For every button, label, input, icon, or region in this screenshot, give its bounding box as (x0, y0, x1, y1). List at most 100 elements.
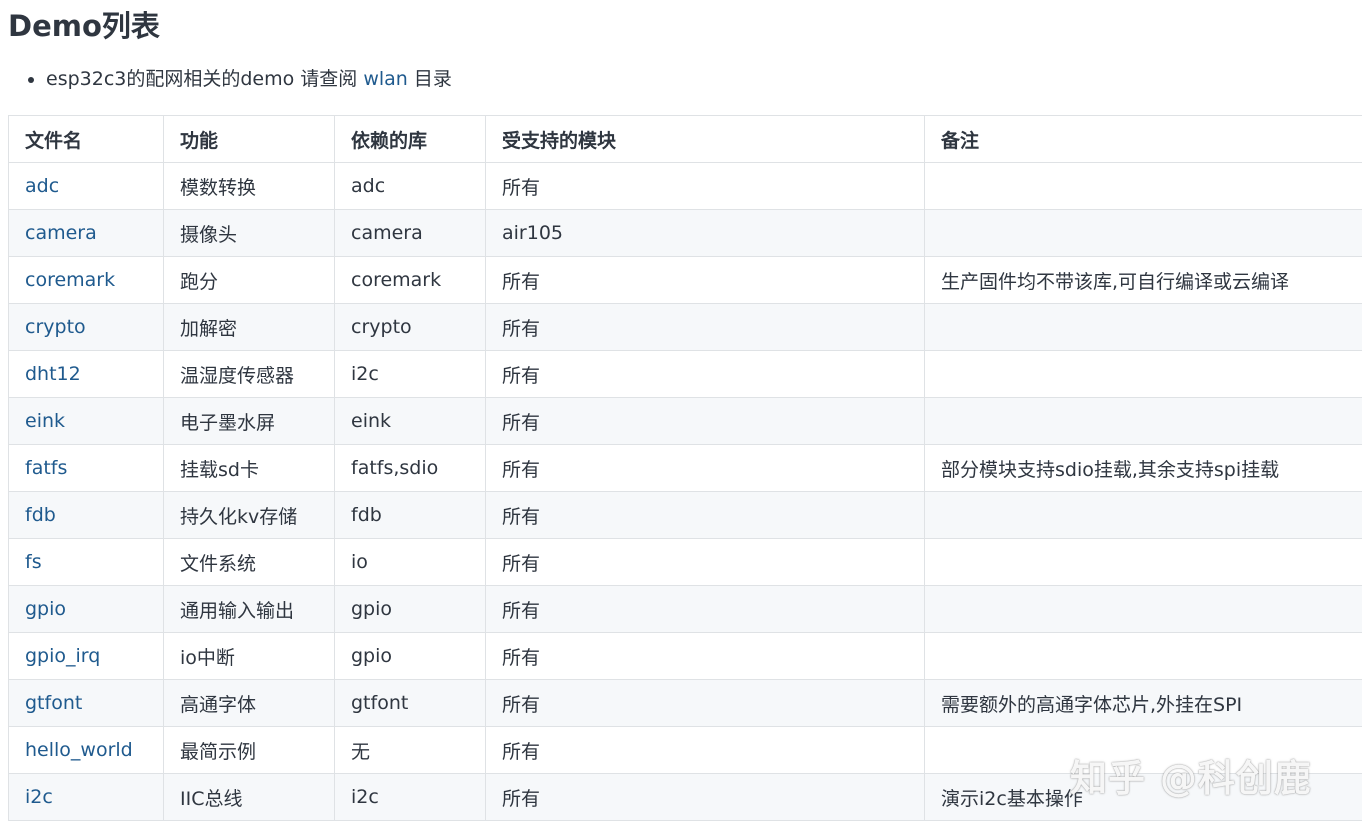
cell-function: 模数转换 (163, 162, 335, 210)
demo-file-link[interactable]: camera (25, 222, 97, 244)
cell-library: coremark (334, 256, 486, 304)
demo-file-link[interactable]: gtfont (25, 692, 82, 714)
cell-modules: 所有 (485, 444, 925, 492)
cell-library: io (334, 538, 486, 586)
cell-modules: 所有 (485, 585, 925, 633)
cell-remarks (924, 538, 1362, 586)
note-prefix: esp32c3的配网相关的demo 请查阅 (46, 68, 364, 90)
cell-function: io中断 (163, 632, 335, 680)
demo-file-link[interactable]: gpio_irq (25, 645, 100, 667)
cell-filename: gpio (8, 585, 164, 633)
cell-library: gtfont (334, 679, 486, 727)
cell-filename: gpio_irq (8, 632, 164, 680)
cell-filename: adc (8, 162, 164, 210)
table-row: fs 文件系统 io 所有 (8, 538, 1362, 586)
cell-modules: 所有 (485, 162, 925, 210)
cell-function: 跑分 (163, 256, 335, 304)
cell-function: 高通字体 (163, 679, 335, 727)
cell-modules: 所有 (485, 538, 925, 586)
cell-filename: dht12 (8, 350, 164, 398)
cell-library: gpio (334, 585, 486, 633)
table-row: adc 模数转换 adc 所有 (8, 162, 1362, 210)
cell-function: 文件系统 (163, 538, 335, 586)
cell-modules: 所有 (485, 632, 925, 680)
cell-filename: hello_world (8, 726, 164, 774)
cell-modules: 所有 (485, 491, 925, 539)
cell-remarks: 生产固件均不带该库,可自行编译或云编译 (924, 256, 1362, 304)
table-row: fatfs 挂载sd卡 fatfs,sdio 所有 部分模块支持sdio挂载,其余支持s… (8, 444, 1362, 492)
table-row: gpio_irq io中断 gpio 所有 (8, 632, 1362, 680)
cell-filename: fs (8, 538, 164, 586)
demo-file-link[interactable]: fdb (25, 504, 56, 526)
note-list: esp32c3的配网相关的demo 请查阅 wlan 目录 (24, 62, 452, 96)
demo-file-link[interactable]: coremark (25, 269, 115, 291)
cell-modules: 所有 (485, 303, 925, 351)
table-row: coremark 跑分 coremark 所有 生产固件均不带该库,可自行编译或云编译 (8, 256, 1362, 304)
cell-filename: fatfs (8, 444, 164, 492)
cell-remarks (924, 397, 1362, 445)
table-header: 文件名 功能 依赖的库 受支持的模块 备注 (8, 115, 1362, 163)
cell-library: fdb (334, 491, 486, 539)
cell-library: gpio (334, 632, 486, 680)
cell-filename: camera (8, 209, 164, 257)
cell-library: 无 (334, 726, 486, 774)
header-filename: 文件名 (8, 115, 164, 163)
cell-remarks: 需要额外的高通字体芯片,外挂在SPI (924, 679, 1362, 727)
demo-file-link[interactable]: eink (25, 410, 65, 432)
cell-library: eink (334, 397, 486, 445)
table-row: gpio 通用输入输出 gpio 所有 (8, 585, 1362, 633)
demo-file-link[interactable]: fs (25, 551, 42, 573)
zhihu-watermark: 知乎 @科创鹿 (1070, 757, 1312, 800)
cell-function: 通用输入输出 (163, 585, 335, 633)
cell-function: 挂载sd卡 (163, 444, 335, 492)
cell-remarks (924, 632, 1362, 680)
demo-file-link[interactable]: dht12 (25, 363, 81, 385)
demo-file-link[interactable]: adc (25, 175, 59, 197)
cell-modules: 所有 (485, 679, 925, 727)
cell-remarks (924, 303, 1362, 351)
cell-function: 摄像头 (163, 209, 335, 257)
cell-remarks (924, 491, 1362, 539)
header-function: 功能 (163, 115, 335, 163)
cell-library: i2c (334, 350, 486, 398)
cell-library: crypto (334, 303, 486, 351)
table-row: camera 摄像头 camera air105 (8, 209, 1362, 257)
cell-remarks (924, 585, 1362, 633)
document-page: Demo列表 esp32c3的配网相关的demo 请查阅 wlan 目录 文件名… (0, 0, 1362, 834)
demo-file-link[interactable]: crypto (25, 316, 86, 338)
note-suffix: 目录 (407, 68, 452, 90)
cell-library: fatfs,sdio (334, 444, 486, 492)
table-row: crypto 加解密 crypto 所有 (8, 303, 1362, 351)
cell-filename: gtfont (8, 679, 164, 727)
cell-remarks: 部分模块支持sdio挂载,其余支持spi挂载 (924, 444, 1362, 492)
page-title: Demo列表 (8, 9, 160, 43)
cell-function: IIC总线 (163, 773, 335, 821)
table-row: gtfont 高通字体 gtfont 所有 需要额外的高通字体芯片,外挂在SPI (8, 679, 1362, 727)
demo-table: 文件名 功能 依赖的库 受支持的模块 备注 adc 模数转换 adc 所有 camera… (8, 115, 1362, 821)
note-item: esp32c3的配网相关的demo 请查阅 wlan 目录 (46, 62, 452, 96)
demo-file-link[interactable]: gpio (25, 598, 66, 620)
cell-filename: coremark (8, 256, 164, 304)
cell-remarks (924, 350, 1362, 398)
demo-file-link[interactable]: fatfs (25, 457, 67, 479)
cell-function: 电子墨水屏 (163, 397, 335, 445)
table-row: dht12 温湿度传感器 i2c 所有 (8, 350, 1362, 398)
cell-filename: fdb (8, 491, 164, 539)
cell-modules: 所有 (485, 726, 925, 774)
cell-remarks (924, 209, 1362, 257)
demo-file-link[interactable]: i2c (25, 786, 53, 808)
table-row: eink 电子墨水屏 eink 所有 (8, 397, 1362, 445)
cell-filename: eink (8, 397, 164, 445)
demo-file-link[interactable]: hello_world (25, 739, 133, 761)
cell-function: 温湿度传感器 (163, 350, 335, 398)
cell-library: adc (334, 162, 486, 210)
cell-modules: 所有 (485, 350, 925, 398)
wlan-link[interactable]: wlan (363, 68, 408, 90)
cell-function: 最简示例 (163, 726, 335, 774)
cell-filename: crypto (8, 303, 164, 351)
cell-function: 加解密 (163, 303, 335, 351)
header-library: 依赖的库 (334, 115, 486, 163)
cell-function: 持久化kv存储 (163, 491, 335, 539)
cell-modules: 所有 (485, 773, 925, 821)
header-row: 文件名 功能 依赖的库 受支持的模块 备注 (8, 115, 1362, 163)
